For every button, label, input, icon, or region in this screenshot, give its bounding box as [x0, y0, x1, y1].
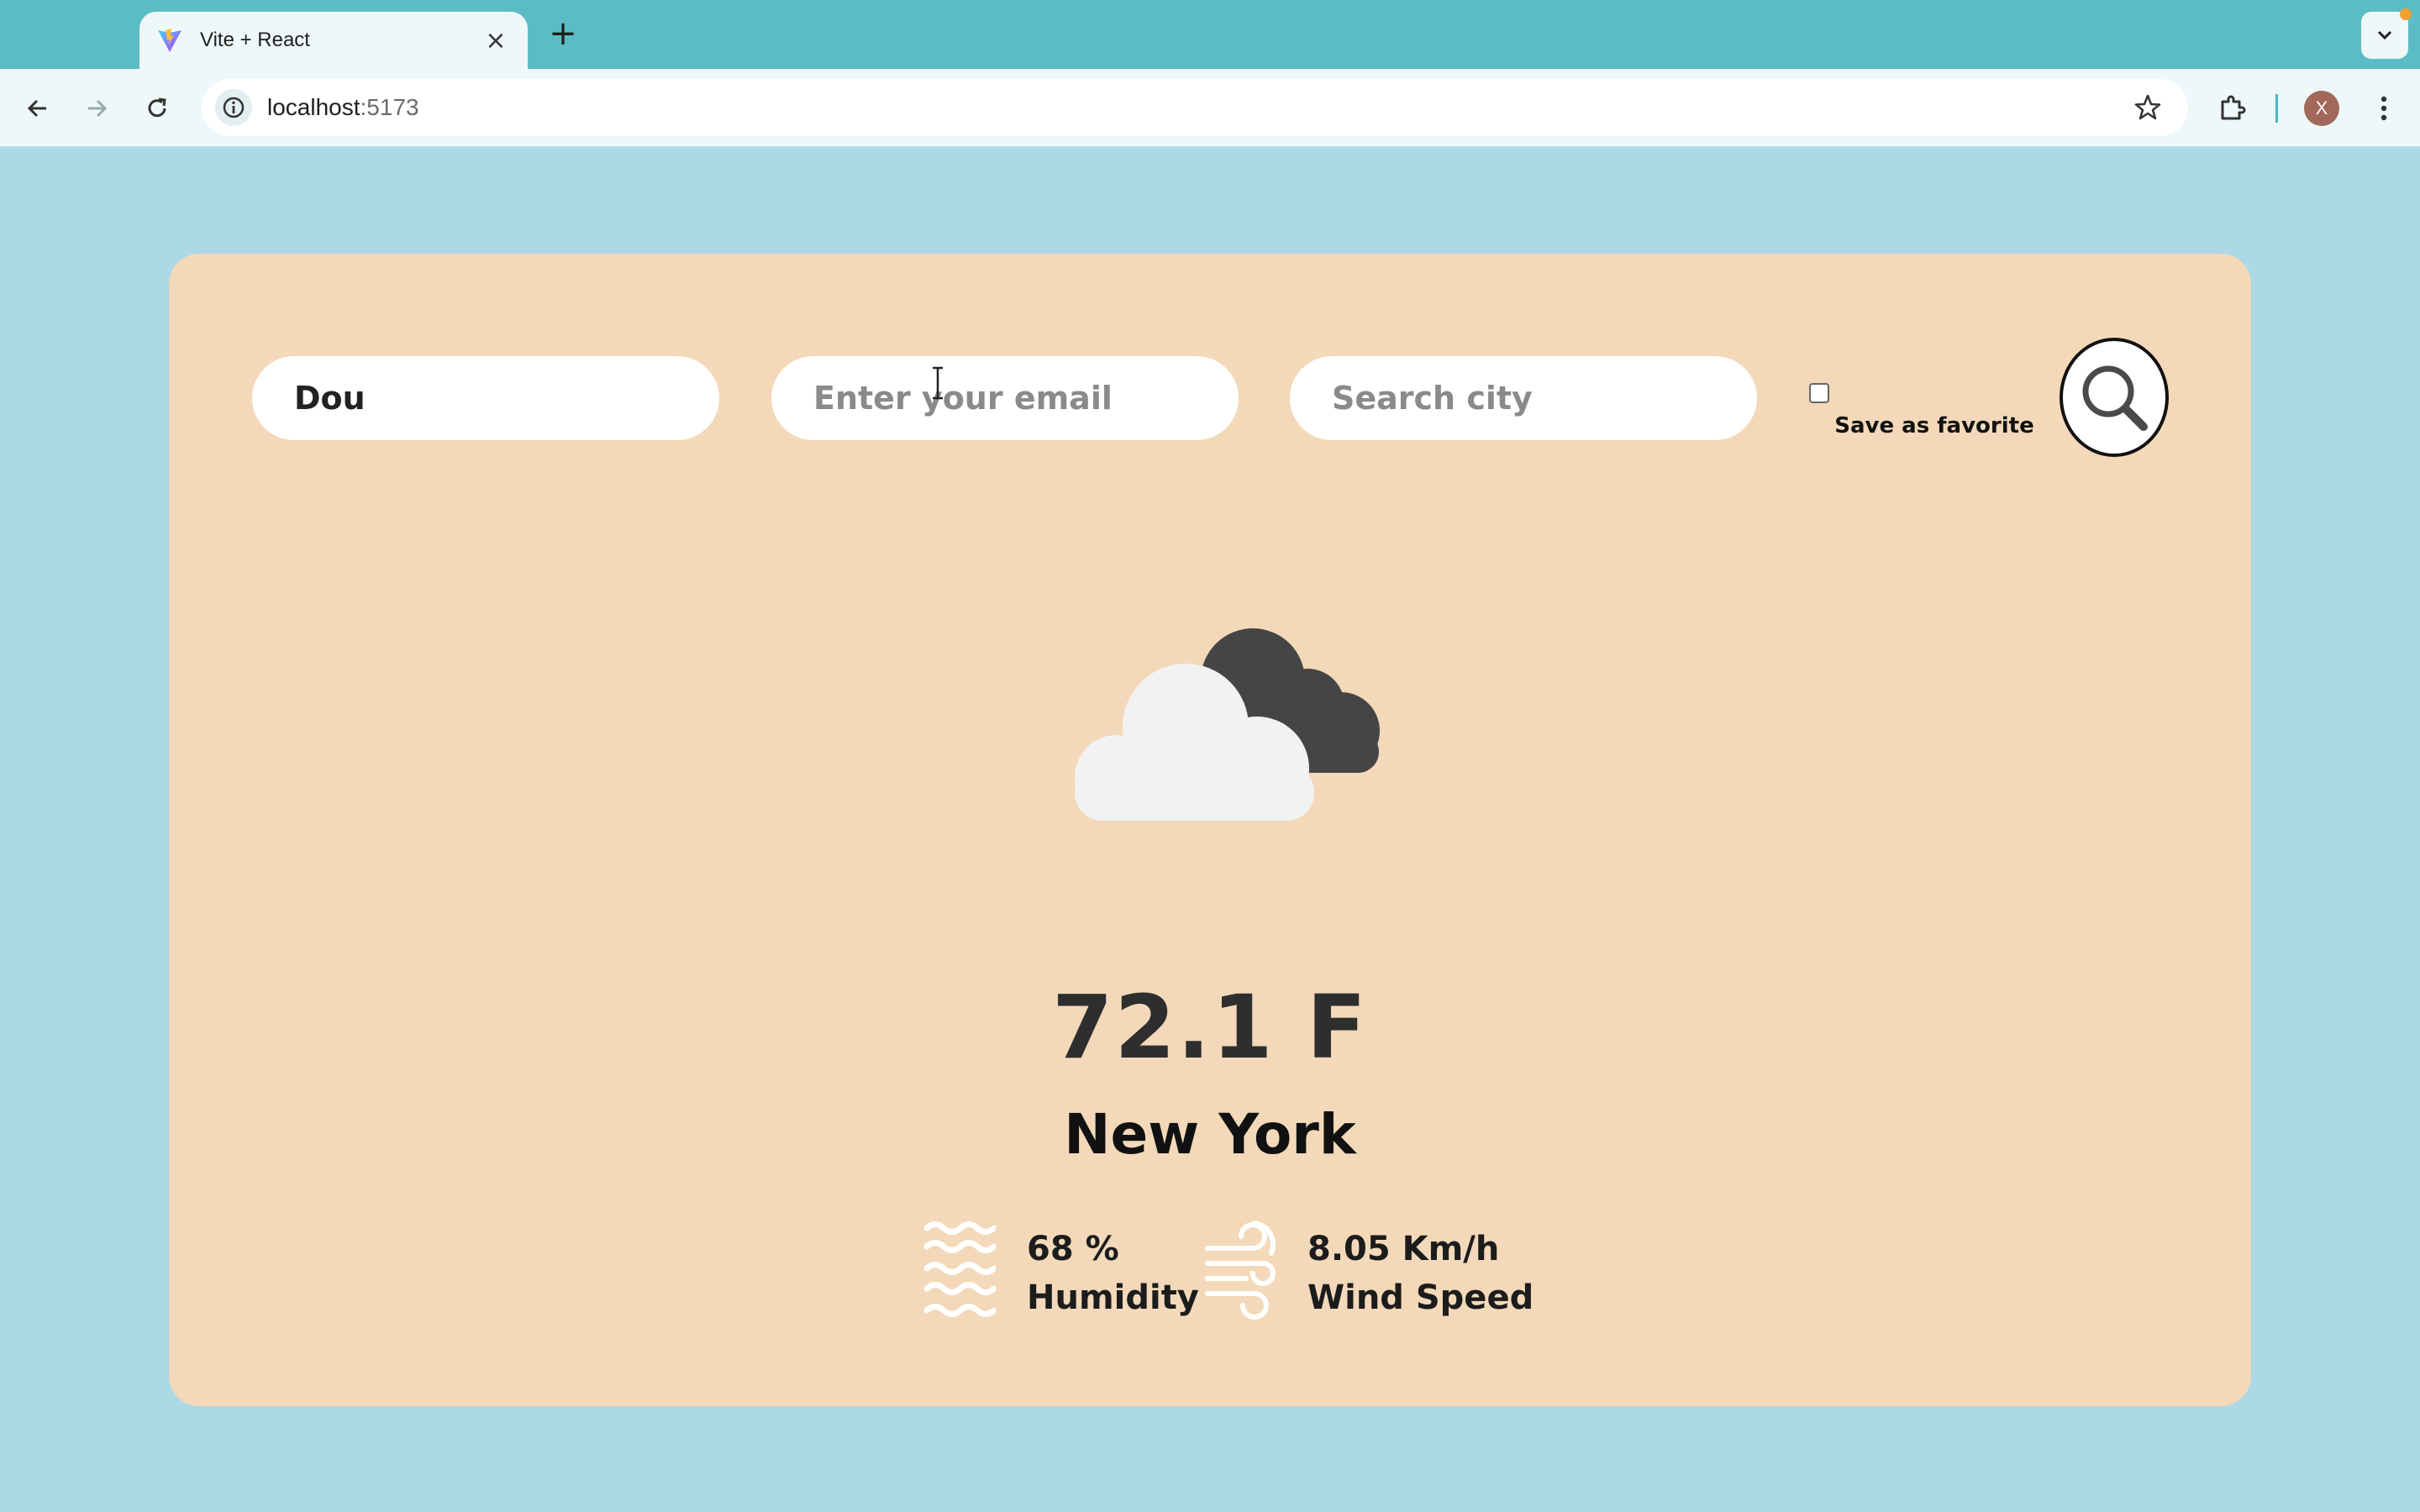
wind-icon	[1205, 1221, 1276, 1320]
toolbar-divider	[2275, 94, 2278, 123]
tab-title: Vite + React	[200, 29, 310, 51]
extensions-button[interactable]	[2212, 87, 2254, 129]
address-bar[interactable]: localhost:5173	[202, 79, 2188, 136]
new-tab-icon[interactable]: +	[546, 14, 580, 53]
search-button[interactable]	[2060, 338, 2169, 457]
browser-toolbar: localhost:5173 X	[0, 69, 2420, 148]
reload-icon	[148, 97, 166, 118]
tab-close-icon[interactable]: ×	[482, 26, 509, 55]
notification-dot	[2400, 8, 2412, 20]
puzzle-icon	[2221, 95, 2246, 120]
city-search-input[interactable]	[1290, 356, 1757, 440]
temperature: 72.1 F	[1052, 976, 1368, 1079]
weather-card: Save as favorite 72.1 F New York	[169, 254, 2251, 1406]
site-info-icon[interactable]	[215, 89, 252, 126]
back-arrow-icon	[27, 99, 46, 118]
url-port: :5173	[360, 94, 419, 120]
browser-menu-button[interactable]	[2363, 87, 2405, 129]
kebab-menu-icon	[2381, 96, 2387, 121]
email-input[interactable]	[771, 356, 1239, 440]
reload-button[interactable]	[136, 87, 178, 129]
city-name: New York	[1064, 1102, 1356, 1167]
wind-speed-label: Wind Speed	[1307, 1278, 1534, 1317]
forward-button[interactable]	[76, 87, 118, 129]
humidity-icon	[923, 1221, 996, 1317]
humidity-label: Humidity	[1027, 1278, 1199, 1317]
humidity-value: 68 %	[1027, 1230, 1119, 1268]
browser-tab[interactable]: Vite + React ×	[139, 12, 528, 69]
url-host: localhost	[267, 94, 360, 120]
forward-arrow-icon	[88, 99, 108, 118]
cloudy-night-icon	[1075, 628, 1380, 821]
favorite-checkbox[interactable]	[1809, 383, 1829, 403]
star-icon	[2134, 94, 2161, 120]
profile-avatar[interactable]: X	[2304, 91, 2339, 126]
wind-speed-value: 8.05 Km/h	[1307, 1230, 1500, 1268]
search-icon	[2082, 365, 2148, 431]
info-icon	[223, 97, 245, 118]
text-cursor-icon	[933, 366, 943, 400]
name-input[interactable]	[252, 356, 719, 440]
bookmark-star-icon[interactable]	[2131, 91, 2165, 124]
favorite-label: Save as favorite	[1834, 413, 2034, 438]
back-button[interactable]	[17, 87, 59, 129]
browser-tabstrip: Vite + React × +	[0, 0, 2420, 69]
chevron-down-icon	[2377, 30, 2392, 40]
tab-search-button[interactable]	[2361, 8, 2412, 59]
vite-logo-icon	[158, 29, 182, 52]
